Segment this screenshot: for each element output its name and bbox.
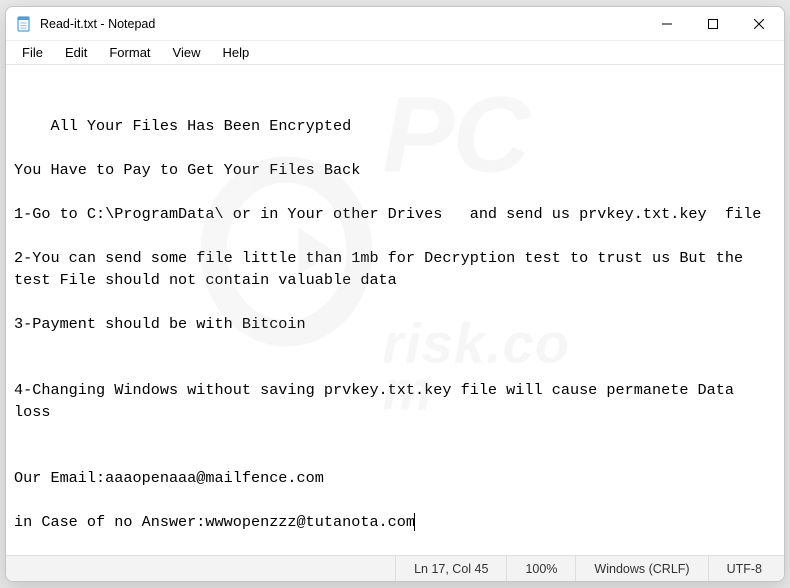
menu-edit[interactable]: Edit: [55, 43, 97, 62]
notepad-window: Read-it.txt - Notepad File Edit Format V…: [5, 6, 785, 582]
notepad-icon: [16, 16, 32, 32]
menu-format[interactable]: Format: [99, 43, 160, 62]
text-area[interactable]: PC risk.com All Your Files Has Been Encr…: [6, 65, 784, 555]
menu-view[interactable]: View: [163, 43, 211, 62]
status-encoding: UTF-8: [709, 556, 784, 581]
status-line-ending: Windows (CRLF): [576, 556, 708, 581]
statusbar: Ln 17, Col 45 100% Windows (CRLF) UTF-8: [6, 555, 784, 581]
document-text: All Your Files Has Been Encrypted You Ha…: [14, 117, 761, 531]
watermark-line2: risk.com: [382, 319, 589, 414]
window-title: Read-it.txt - Notepad: [40, 17, 155, 31]
close-button[interactable]: [736, 8, 782, 40]
text-caret: [414, 513, 415, 531]
menu-file[interactable]: File: [12, 43, 53, 62]
titlebar: Read-it.txt - Notepad: [6, 7, 784, 41]
status-position: Ln 17, Col 45: [396, 556, 507, 581]
menu-help[interactable]: Help: [212, 43, 259, 62]
watermark-line1: PC: [382, 88, 589, 180]
menubar: File Edit Format View Help: [6, 41, 784, 65]
maximize-button[interactable]: [690, 8, 736, 40]
minimize-button[interactable]: [644, 8, 690, 40]
status-zoom: 100%: [507, 556, 576, 581]
